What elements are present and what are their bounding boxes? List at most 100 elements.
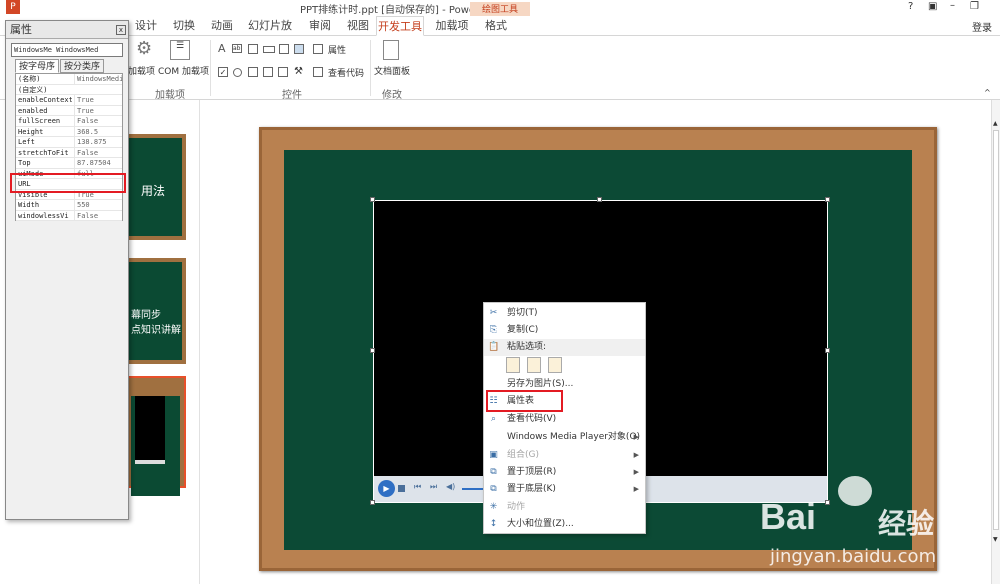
- image-control-icon[interactable]: [294, 44, 304, 54]
- context-menu-item[interactable]: ⧉ 置于顶层(R) ▶: [484, 464, 645, 481]
- sign-in-link[interactable]: 登录: [972, 19, 992, 34]
- tab-animations[interactable]: 动画: [206, 16, 238, 36]
- scroll-up-arrow[interactable]: ▲: [993, 120, 998, 127]
- properties-button[interactable]: 属性: [328, 43, 346, 56]
- property-name: stretchToFit: [18, 148, 69, 157]
- volume-slider[interactable]: [462, 488, 484, 490]
- tab-design[interactable]: 设计: [130, 16, 162, 36]
- volume-icon[interactable]: ◀): [446, 482, 455, 491]
- minimize-button[interactable]: –: [950, 0, 955, 11]
- context-menu-item[interactable]: ⎘ 复制(C): [484, 322, 645, 339]
- paste-embed-icon[interactable]: [527, 357, 541, 373]
- resize-handle[interactable]: [825, 197, 830, 202]
- tab-transitions[interactable]: 切换: [168, 16, 200, 36]
- vertical-scrollbar[interactable]: ▲ ▼: [991, 100, 1000, 584]
- context-menu-item[interactable]: ⌕ 查看代码(V): [484, 411, 645, 428]
- button-control-icon[interactable]: [263, 46, 275, 53]
- tab-slideshow[interactable]: 幻灯片放映: [244, 16, 296, 52]
- document-panel-icon[interactable]: [383, 40, 399, 60]
- property-value[interactable]: 87.87504: [74, 158, 122, 168]
- property-value[interactable]: True: [74, 105, 122, 116]
- paste-text-only-icon[interactable]: [548, 357, 562, 373]
- property-name: Top: [18, 159, 31, 167]
- tab-view[interactable]: 视图: [342, 16, 374, 36]
- property-row[interactable]: Width 550: [16, 200, 122, 211]
- context-menu-item[interactable]: 📋 粘贴选项:: [484, 339, 645, 356]
- help-button[interactable]: ?: [908, 1, 913, 12]
- context-menu-item[interactable]: Windows Media Player对象(O) ▶: [484, 429, 645, 446]
- property-value[interactable]: 138.875: [74, 137, 122, 147]
- com-addins-button[interactable]: COM 加载项: [158, 64, 209, 77]
- property-value[interactable]: 550: [74, 200, 122, 210]
- tab-review[interactable]: 审阅: [304, 16, 336, 36]
- property-value[interactable]: False: [74, 210, 122, 221]
- next-button[interactable]: ⏭: [430, 482, 437, 492]
- resize-handle[interactable]: [370, 197, 375, 202]
- previous-button[interactable]: ⏮: [414, 482, 421, 492]
- context-menu-item[interactable]: ↕ 大小和位置(Z)...: [484, 516, 645, 533]
- properties-icon[interactable]: [313, 44, 323, 54]
- property-value[interactable]: WindowsMedi: [74, 74, 122, 84]
- properties-title: 属性: [6, 21, 128, 39]
- document-panel-button[interactable]: 文档面板: [374, 64, 410, 77]
- checkbox-control-icon[interactable]: ✓: [218, 67, 228, 77]
- tab-format[interactable]: 格式: [480, 16, 512, 36]
- resize-handle[interactable]: [597, 197, 602, 202]
- property-row[interactable]: (名称) WindowsMedi: [16, 74, 122, 85]
- property-row[interactable]: enableContext True: [16, 95, 122, 106]
- scroll-down-arrow[interactable]: ▼: [993, 536, 998, 543]
- view-code-button[interactable]: 查看代码: [328, 66, 364, 79]
- context-menu-item[interactable]: ✳ 动作: [484, 499, 645, 516]
- slide-thumbnail-1[interactable]: 用法: [125, 134, 186, 240]
- property-row[interactable]: fullScreen False: [16, 116, 122, 127]
- context-menu-item[interactable]: ⧉ 置于底层(K) ▶: [484, 481, 645, 498]
- property-name: windowlessVi: [18, 211, 69, 220]
- list-control-icon[interactable]: [248, 67, 258, 77]
- toggle-control-icon[interactable]: [278, 67, 288, 77]
- resize-handle[interactable]: [370, 348, 375, 353]
- property-value[interactable]: False: [74, 116, 122, 126]
- powerpoint-icon[interactable]: P: [6, 0, 20, 14]
- ribbon-display-button[interactable]: ▣: [928, 1, 937, 12]
- collapse-ribbon-icon[interactable]: ^: [984, 88, 991, 97]
- object-selector-dropdown[interactable]: WindowsMe WindowsMed: [11, 43, 123, 57]
- tab-developer[interactable]: 开发工具: [376, 16, 424, 36]
- context-menu-item[interactable]: ✂ 剪切(T): [484, 305, 645, 322]
- property-row[interactable]: Left 138.875: [16, 137, 122, 148]
- more-controls-icon[interactable]: ⚒: [294, 66, 303, 77]
- gear-icon[interactable]: ⚙: [136, 38, 152, 59]
- tab-alphabetic[interactable]: 按字母序: [15, 59, 60, 73]
- paste-keep-source-icon[interactable]: [506, 357, 520, 373]
- property-row[interactable]: Top 87.87504: [16, 158, 122, 169]
- property-value[interactable]: True: [74, 95, 122, 105]
- property-row[interactable]: enabled True: [16, 105, 122, 116]
- property-row[interactable]: (自定义): [16, 85, 122, 95]
- resize-handle[interactable]: [825, 348, 830, 353]
- property-row[interactable]: windowlessVi False: [16, 210, 122, 221]
- property-value[interactable]: 368.5: [74, 126, 122, 137]
- property-row[interactable]: Height 368.5: [16, 126, 122, 137]
- property-value[interactable]: False: [74, 147, 122, 158]
- resize-handle[interactable]: [370, 500, 375, 505]
- play-button[interactable]: ▶: [378, 480, 395, 497]
- spin-control-icon[interactable]: [248, 44, 258, 54]
- properties-close-button[interactable]: x: [116, 25, 126, 35]
- textbox-control-icon[interactable]: ab: [232, 44, 242, 53]
- label-control-icon[interactable]: A: [218, 42, 226, 55]
- property-row[interactable]: stretchToFit False: [16, 147, 122, 158]
- tab-categorized[interactable]: 按分类序: [60, 59, 105, 73]
- slide-thumbnail-3[interactable]: [125, 376, 186, 496]
- tab-addins[interactable]: 加载项: [432, 16, 472, 36]
- context-menu-item[interactable]: ▣ 组合(G) ▶: [484, 447, 645, 464]
- addins-button[interactable]: 加载项: [128, 64, 155, 77]
- slide-thumbnail-2[interactable]: 幕同步 点知识讲解: [125, 258, 186, 364]
- frame-control-icon[interactable]: [263, 67, 273, 77]
- combobox-control-icon[interactable]: [279, 44, 289, 54]
- restore-button[interactable]: ❐: [970, 1, 979, 12]
- com-addins-icon[interactable]: ☰: [170, 40, 190, 60]
- view-code-icon[interactable]: [313, 67, 323, 77]
- context-menu-item[interactable]: [484, 356, 645, 376]
- radio-control-icon[interactable]: [233, 68, 242, 77]
- scroll-thumb[interactable]: [993, 130, 999, 530]
- stop-button[interactable]: [398, 485, 405, 492]
